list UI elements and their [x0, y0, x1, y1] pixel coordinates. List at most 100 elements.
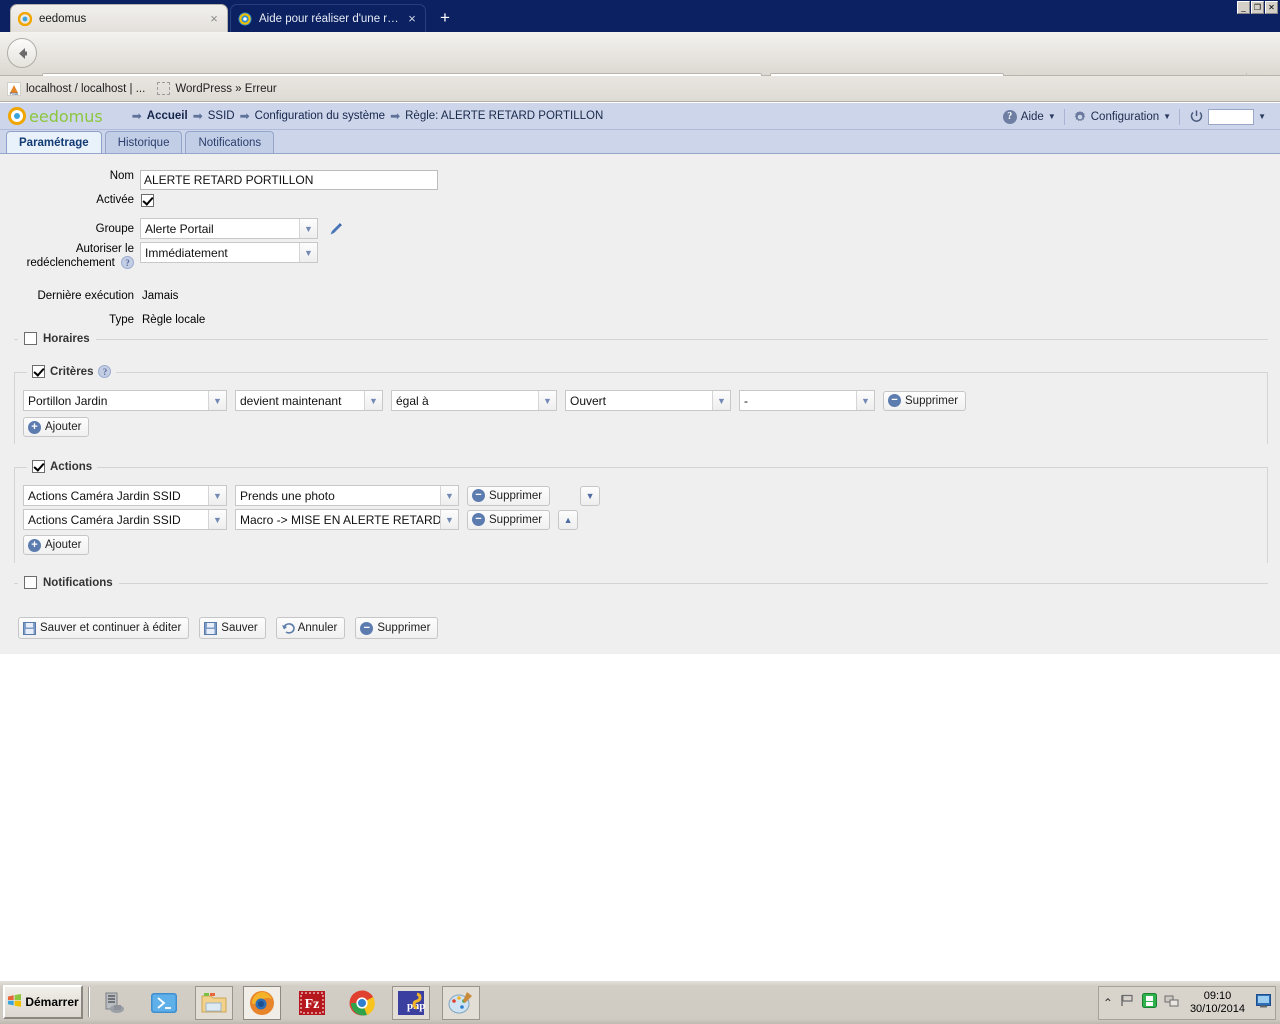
chevron-down-icon: ▼ — [364, 391, 382, 410]
user-menu-button[interactable]: ▼ — [1180, 108, 1274, 125]
criteria-device-select[interactable]: Portillon Jardin ▼ — [23, 390, 227, 411]
undo-icon — [281, 622, 295, 635]
bookmark-item-wordpress[interactable]: WordPress » Erreur — [155, 81, 277, 97]
new-tab-button[interactable]: + — [434, 8, 456, 28]
action-command-value: Prends une photo — [240, 488, 335, 503]
taskbar-server-manager-icon[interactable] — [95, 986, 133, 1020]
flag-icon[interactable] — [1120, 993, 1135, 1013]
rule-enabled-checkbox[interactable] — [141, 194, 154, 207]
action-target-select[interactable]: Actions Caméra Jardin SSID ▼ — [23, 509, 227, 530]
edit-group-pencil-icon[interactable] — [328, 221, 344, 237]
chevron-down-icon: ▼ — [299, 219, 317, 238]
bookmark-item-phpmyadmin[interactable]: localhost / localhost | ... — [6, 81, 145, 97]
floppy-icon — [204, 621, 218, 635]
tab-historique[interactable]: Historique — [104, 131, 183, 153]
taskbar-clock[interactable]: 09:10 30/10/2014 — [1186, 990, 1249, 1016]
actions-checkbox[interactable] — [32, 460, 45, 473]
action-add-button[interactable]: + Ajouter — [23, 535, 90, 555]
criteria-extra-select[interactable]: - ▼ — [739, 390, 875, 411]
criteria-event-select[interactable]: devient maintenant ▼ — [235, 390, 383, 411]
criteria-value-select[interactable]: Ouvert ▼ — [565, 390, 731, 411]
breadcrumb-item-ssid[interactable]: SSID — [208, 110, 235, 122]
criteria-add-label: Ajouter — [45, 421, 82, 433]
criteria-delete-button[interactable]: − Supprimer — [883, 390, 967, 411]
browser-tab-2[interactable]: Aide pour réaliser d'une règle ... × — [230, 4, 426, 32]
browser-tab-1[interactable]: eedomus × — [10, 4, 228, 32]
app-tab-bar: Paramétrage Historique Notifications — [0, 130, 1280, 154]
divider — [88, 987, 90, 1017]
taskbar-paint-icon[interactable] — [442, 986, 480, 1020]
breadcrumb-arrow-icon: ➡ — [390, 109, 401, 123]
tab-notifications[interactable]: Notifications — [185, 131, 275, 153]
notifications-section-divider — [14, 583, 1268, 584]
action-move-up-button[interactable]: ▲ — [558, 509, 579, 530]
window-close-button[interactable]: ✕ — [1265, 1, 1278, 14]
bookmark-label: localhost / localhost | ... — [26, 82, 146, 95]
section-actions-label: Actions — [50, 460, 93, 473]
action-row: Actions Caméra Jardin SSID ▼ Macro -> MI… — [23, 509, 579, 530]
show-hidden-icons-icon[interactable]: ⌃ — [1103, 996, 1113, 1010]
minus-circle-icon: − — [888, 394, 901, 407]
help-icon[interactable]: ? — [121, 256, 134, 270]
save-and-continue-button[interactable]: Sauver et continuer à éditer — [18, 617, 190, 639]
user-field[interactable] — [1208, 108, 1255, 125]
horaires-section-divider — [14, 339, 1268, 340]
action-command-select[interactable]: Macro -> MISE EN ALERTE RETARD ▼ — [235, 509, 459, 530]
section-actions-header: Actions — [27, 460, 98, 473]
action-row: Actions Caméra Jardin SSID ▼ Prends une … — [23, 485, 601, 506]
browser-tab-1-title: eedomus — [39, 12, 87, 25]
breadcrumb-item-configuration[interactable]: Configuration du système — [255, 110, 385, 122]
network-icon[interactable] — [1164, 994, 1179, 1013]
window-restore-button[interactable]: ❐ — [1251, 1, 1264, 14]
criteres-checkbox[interactable] — [32, 365, 45, 378]
tab-parametrage[interactable]: Paramétrage — [6, 131, 102, 153]
chevron-down-icon: ▼ — [440, 510, 458, 529]
action-delete-button[interactable]: − Supprimer — [467, 485, 551, 506]
minus-circle-icon: − — [472, 489, 485, 502]
action-delete-button[interactable]: − Supprimer — [467, 509, 551, 530]
action-command-select[interactable]: Prends une photo ▼ — [235, 485, 459, 506]
breadcrumb-item-accueil[interactable]: Accueil — [147, 110, 188, 122]
criteria-add-button[interactable]: + Ajouter — [23, 417, 90, 437]
action-target-select[interactable]: Actions Caméra Jardin SSID ▼ — [23, 485, 227, 506]
breadcrumb-arrow-icon: ➡ — [192, 109, 203, 123]
field-label-type: Type — [109, 314, 134, 326]
group-select[interactable]: Alerte Portail ▼ — [140, 218, 318, 239]
section-criteres-header: Critères ? — [27, 365, 117, 378]
taskbar-phpstorm-icon[interactable]: php — [392, 986, 430, 1020]
rule-settings-panel: Nom Activée Groupe Alerte Portail ▼ Auto… — [0, 154, 1280, 654]
rule-name-input[interactable] — [140, 170, 438, 190]
horaires-checkbox[interactable] — [24, 332, 37, 345]
retrigger-select-value: Immédiatement — [145, 245, 228, 260]
taskbar-filezilla-icon[interactable]: Fz — [293, 986, 331, 1020]
taskbar-firefox-icon[interactable] — [243, 986, 281, 1020]
back-button[interactable] — [7, 38, 37, 68]
phpmyadmin-icon — [6, 81, 22, 97]
delete-button[interactable]: − Supprimer — [355, 617, 439, 639]
plus-circle-icon: + — [28, 538, 41, 552]
notifications-checkbox[interactable] — [24, 576, 37, 589]
close-icon[interactable]: × — [405, 11, 419, 26]
section-horaires-label: Horaires — [43, 332, 90, 345]
close-icon[interactable]: × — [207, 11, 221, 26]
eedomus-logo[interactable]: eedomus — [8, 107, 103, 126]
criteria-operator-select[interactable]: égal à ▼ — [391, 390, 557, 411]
cancel-button[interactable]: Annuler — [275, 617, 346, 639]
action-move-down-button[interactable]: ▼ — [580, 485, 601, 506]
disk-icon[interactable] — [1141, 993, 1157, 1013]
save-button[interactable]: Sauver — [199, 617, 266, 639]
help-menu-button[interactable]: ? Aide ▼ — [995, 109, 1064, 124]
taskbar-powershell-icon[interactable] — [145, 986, 183, 1020]
help-icon[interactable]: ? — [98, 365, 112, 378]
taskbar-chrome-icon[interactable] — [343, 986, 381, 1020]
retrigger-select[interactable]: Immédiatement ▼ — [140, 242, 318, 263]
start-button[interactable]: Démarrer — [3, 985, 83, 1019]
window-minimize-button[interactable]: _ — [1237, 1, 1250, 14]
minus-circle-icon: − — [472, 513, 485, 526]
taskbar-explorer-icon[interactable] — [195, 986, 233, 1020]
show-desktop-icon[interactable] — [1256, 993, 1271, 1013]
configuration-menu-button[interactable]: Configuration ▼ — [1065, 110, 1179, 124]
clock-date: 30/10/2014 — [1189, 1003, 1245, 1015]
windows-taskbar: Démarrer Fz php ⌃ 09:10 30/10/2014 — [0, 980, 1280, 1024]
field-label-derniere-execution: Dernière exécution — [37, 290, 134, 302]
